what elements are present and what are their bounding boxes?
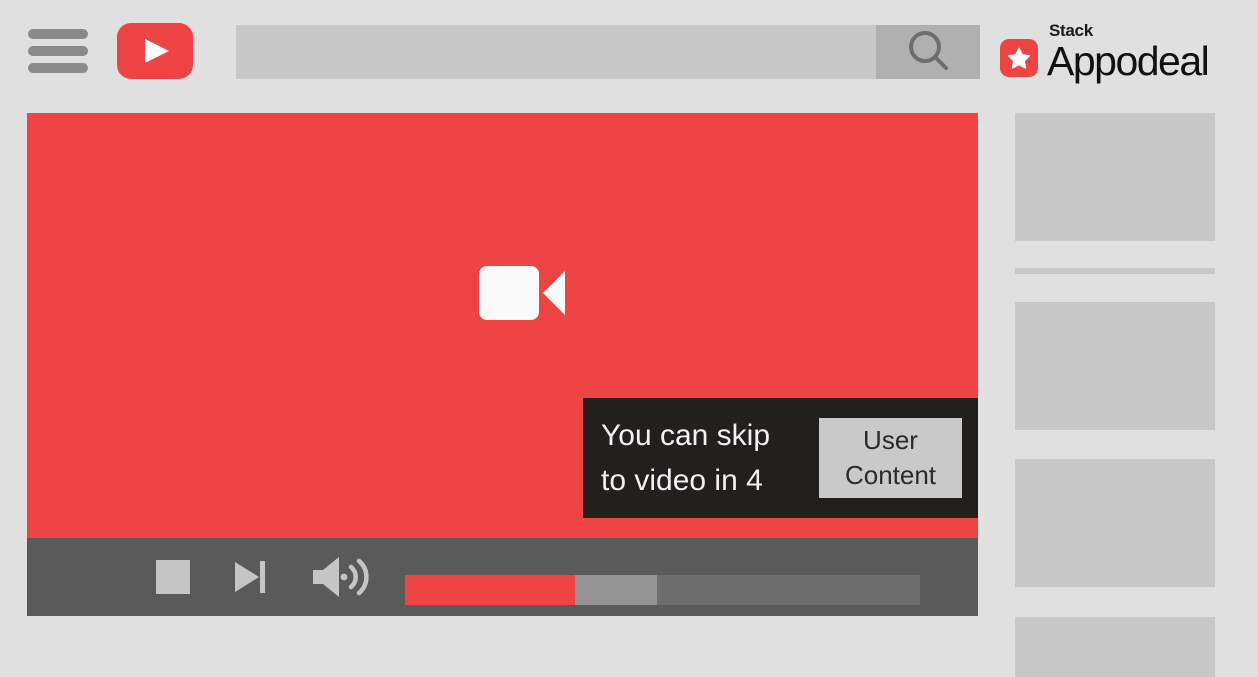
- hamburger-bar-1: [28, 29, 88, 39]
- skip-message-line-2: to video in 4: [601, 464, 763, 497]
- sidebar-block-1[interactable]: [1015, 113, 1215, 241]
- sidebar-placeholders: [1015, 113, 1215, 677]
- user-content-line-1: User: [863, 424, 918, 455]
- stop-button[interactable]: [155, 559, 191, 595]
- hamburger-menu-icon[interactable]: [28, 29, 88, 73]
- hamburger-bar-2: [28, 46, 88, 56]
- appodeal-brand-logo[interactable]: Stack Appodeal: [1000, 21, 1210, 84]
- skip-next-icon: [235, 561, 265, 593]
- star-icon: [1008, 47, 1030, 69]
- sidebar-block-3[interactable]: [1015, 459, 1215, 587]
- progress-buffered: [574, 575, 658, 605]
- skip-next-button[interactable]: [229, 557, 269, 597]
- user-content-line-2: Content: [844, 460, 937, 490]
- appodeal-mark: [1000, 39, 1038, 77]
- search-button[interactable]: [876, 25, 980, 79]
- top-header-bar: Stack Appodeal: [0, 0, 1258, 103]
- user-content-button[interactable]: User Content: [819, 418, 962, 498]
- camera-body: [479, 266, 539, 320]
- sidebar-block-2[interactable]: [1015, 302, 1215, 430]
- youtube-play-logo[interactable]: [117, 23, 193, 79]
- play-triangle-icon: [145, 39, 169, 63]
- skip-message: You can skip to video in 4: [601, 413, 819, 503]
- brand-small-text: Stack: [1049, 21, 1093, 40]
- brand-name-text: Appodeal: [1047, 38, 1210, 84]
- progress-played: [405, 575, 575, 605]
- video-camera-icon: [479, 266, 565, 320]
- volume-button[interactable]: [311, 554, 375, 600]
- appodeal-wordmark: Stack Appodeal: [1047, 21, 1210, 84]
- video-viewport[interactable]: You can skip to video in 4 User Content: [27, 113, 978, 538]
- sidebar-block-4[interactable]: [1015, 617, 1215, 677]
- hamburger-bar-3: [28, 63, 88, 73]
- video-player[interactable]: You can skip to video in 4 User Content: [27, 113, 978, 616]
- progress-track: [657, 575, 920, 605]
- stop-icon: [156, 560, 190, 594]
- player-controls-bar: [27, 538, 978, 616]
- skip-overlay-banner: You can skip to video in 4 User Content: [583, 398, 978, 518]
- search-icon: [909, 31, 948, 70]
- app-root: Stack Appodeal You can skip to video in …: [0, 0, 1258, 677]
- progress-bar[interactable]: [405, 575, 920, 605]
- camera-lens: [543, 271, 565, 315]
- search-input[interactable]: [236, 25, 876, 79]
- volume-high-icon: [313, 557, 369, 597]
- skip-message-line-1: You can skip: [601, 419, 771, 452]
- search-bar: [236, 25, 980, 79]
